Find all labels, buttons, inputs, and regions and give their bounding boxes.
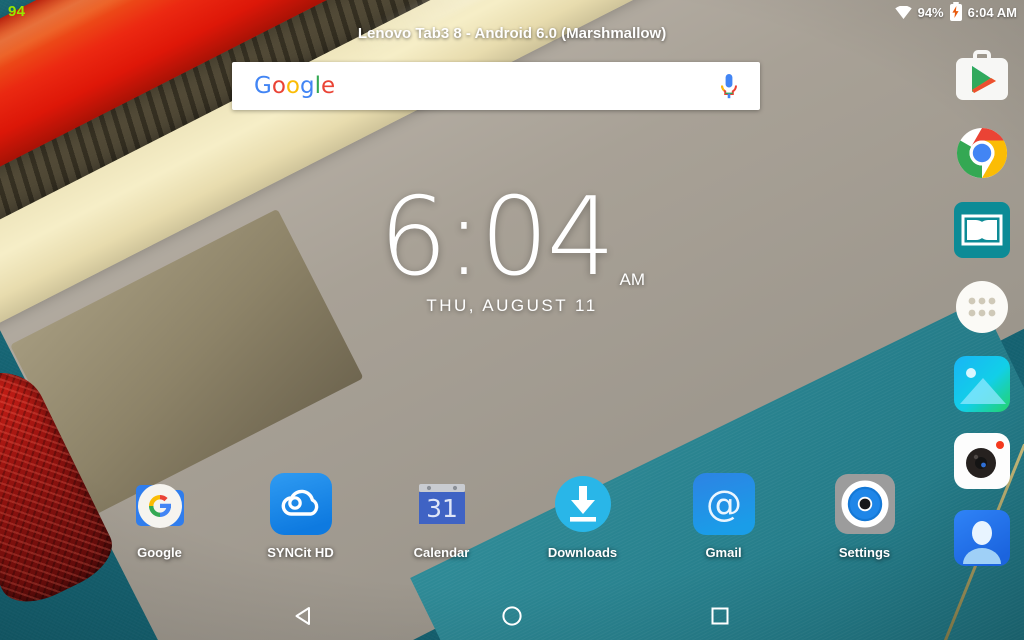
- photos-icon[interactable]: [950, 352, 1014, 416]
- google-search-bar[interactable]: Google: [232, 62, 760, 110]
- downloads-icon[interactable]: [549, 470, 617, 538]
- app-dock: Google SYNCit HD 31 Calendar Downloads @…: [0, 470, 1024, 578]
- android-home-screen: 94 94% 6:04 AM Lenovo Tab3 8 - Android 6…: [0, 0, 1024, 640]
- status-bar[interactable]: 94 94% 6:04 AM: [0, 0, 1024, 24]
- recents-icon: [711, 607, 729, 625]
- recents-button[interactable]: [697, 593, 743, 639]
- dock-item-google[interactable]: Google: [89, 470, 230, 560]
- battery-charging-icon: [949, 1, 962, 21]
- dolby-icon[interactable]: [950, 198, 1014, 262]
- home-icon: [502, 606, 522, 626]
- back-button[interactable]: [281, 593, 327, 639]
- back-icon: [295, 607, 310, 625]
- clock-date: THU, AUGUST 11: [426, 296, 598, 315]
- recording-counter-overlay: 94: [8, 3, 26, 20]
- play-store-icon[interactable]: [950, 44, 1014, 108]
- dock-item-settings[interactable]: Settings: [794, 470, 935, 560]
- chrome-icon[interactable]: [950, 121, 1014, 185]
- home-button[interactable]: [489, 593, 535, 639]
- status-bar-right-cluster: 94% 6:04 AM: [894, 0, 1017, 24]
- microphone-icon[interactable]: [720, 73, 738, 99]
- clock-widget[interactable]: 6:04 AM THU, AUGUST 11: [0, 175, 1024, 316]
- dock-item-downloads[interactable]: Downloads: [512, 470, 653, 560]
- gmail-at-glyph: @: [706, 484, 742, 525]
- wifi-icon: [894, 5, 912, 19]
- google-folder-icon[interactable]: [126, 470, 194, 538]
- battery-percent-label: 94%: [917, 4, 944, 20]
- syncit-hd-icon[interactable]: [267, 470, 335, 538]
- app-drawer-icon[interactable]: [950, 275, 1014, 339]
- google-wordmark: Google: [254, 73, 336, 99]
- device-title-overlay: Lenovo Tab3 8 - Android 6.0 (Marshmallow…: [357, 25, 667, 42]
- status-bar-clock: 6:04 AM: [967, 4, 1017, 20]
- calendar-day-number: 31: [426, 494, 458, 523]
- dock-label-google: Google: [137, 545, 182, 560]
- clock-ampm: AM: [619, 270, 646, 289]
- gmail-icon[interactable]: @: [690, 470, 758, 538]
- dock-label-gmail: Gmail: [705, 545, 742, 560]
- dock-item-gmail[interactable]: @ Gmail: [653, 470, 794, 560]
- settings-icon[interactable]: [831, 470, 899, 538]
- dock-label-downloads: Downloads: [547, 545, 618, 560]
- dock-item-syncit-hd[interactable]: SYNCit HD: [230, 470, 371, 560]
- dock-label-calendar: Calendar: [413, 545, 470, 560]
- dock-label-syncit-hd: SYNCit HD: [267, 545, 334, 560]
- calendar-icon[interactable]: 31: [408, 470, 476, 538]
- dock-label-settings: Settings: [838, 545, 891, 560]
- clock-time: 6:04: [378, 175, 616, 300]
- navigation-bar: [0, 592, 1024, 640]
- dock-item-calendar[interactable]: 31 Calendar: [371, 470, 512, 560]
